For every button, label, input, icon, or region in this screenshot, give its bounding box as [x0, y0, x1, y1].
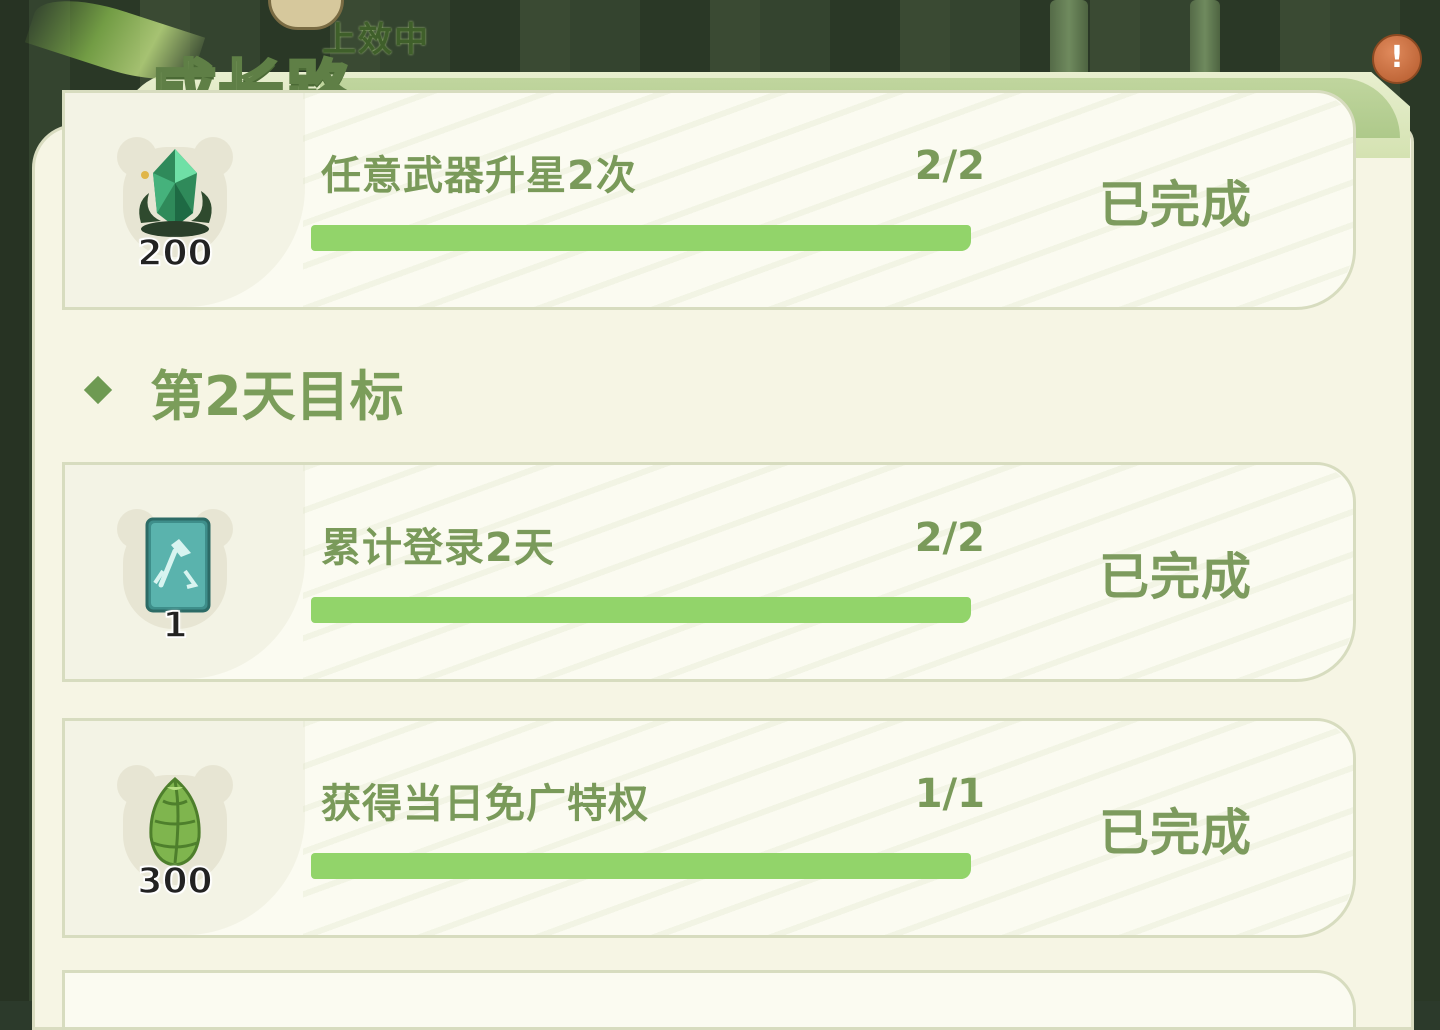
- status-label[interactable]: 已完成: [1099, 537, 1252, 609]
- progress-text: 2/2: [914, 515, 985, 561]
- progress-bar: [311, 853, 971, 879]
- green-crystal-icon: [139, 149, 212, 237]
- progress-text: 2/2: [914, 143, 985, 189]
- reward-slot[interactable]: 1: [105, 505, 245, 647]
- alert-icon[interactable]: !: [1372, 34, 1422, 84]
- task-card: 300 获得当日免广特权 1/1 已完成: [62, 718, 1356, 938]
- progress-bar: [311, 597, 971, 623]
- progress-text: 1/1: [914, 771, 985, 817]
- task-card: 200 任意武器升星2次 2/2 已完成: [62, 90, 1356, 310]
- task-name: 任意武器升星2次: [321, 153, 637, 199]
- task-card: 1 累计登录2天 2/2 已完成: [62, 462, 1356, 682]
- status-label[interactable]: 已完成: [1099, 165, 1252, 237]
- reward-slot[interactable]: 300: [105, 761, 245, 903]
- status-label[interactable]: 已完成: [1099, 793, 1252, 865]
- task-card-partial: [62, 970, 1356, 1030]
- section-title: 第2天目标: [150, 365, 404, 428]
- bamboo-shoot-icon: [149, 777, 201, 867]
- task-name: 累计登录2天: [321, 525, 555, 571]
- axe-card-icon: [145, 517, 211, 613]
- progress-fill: [311, 853, 971, 879]
- reward-slot[interactable]: 200: [105, 133, 245, 275]
- reward-count: 300: [137, 860, 214, 903]
- progress-bar: [311, 225, 971, 251]
- progress-fill: [311, 225, 971, 251]
- reward-count: 1: [162, 604, 189, 647]
- reward-count: 200: [137, 232, 214, 275]
- progress-fill: [311, 597, 971, 623]
- task-name: 获得当日免广特权: [321, 781, 649, 827]
